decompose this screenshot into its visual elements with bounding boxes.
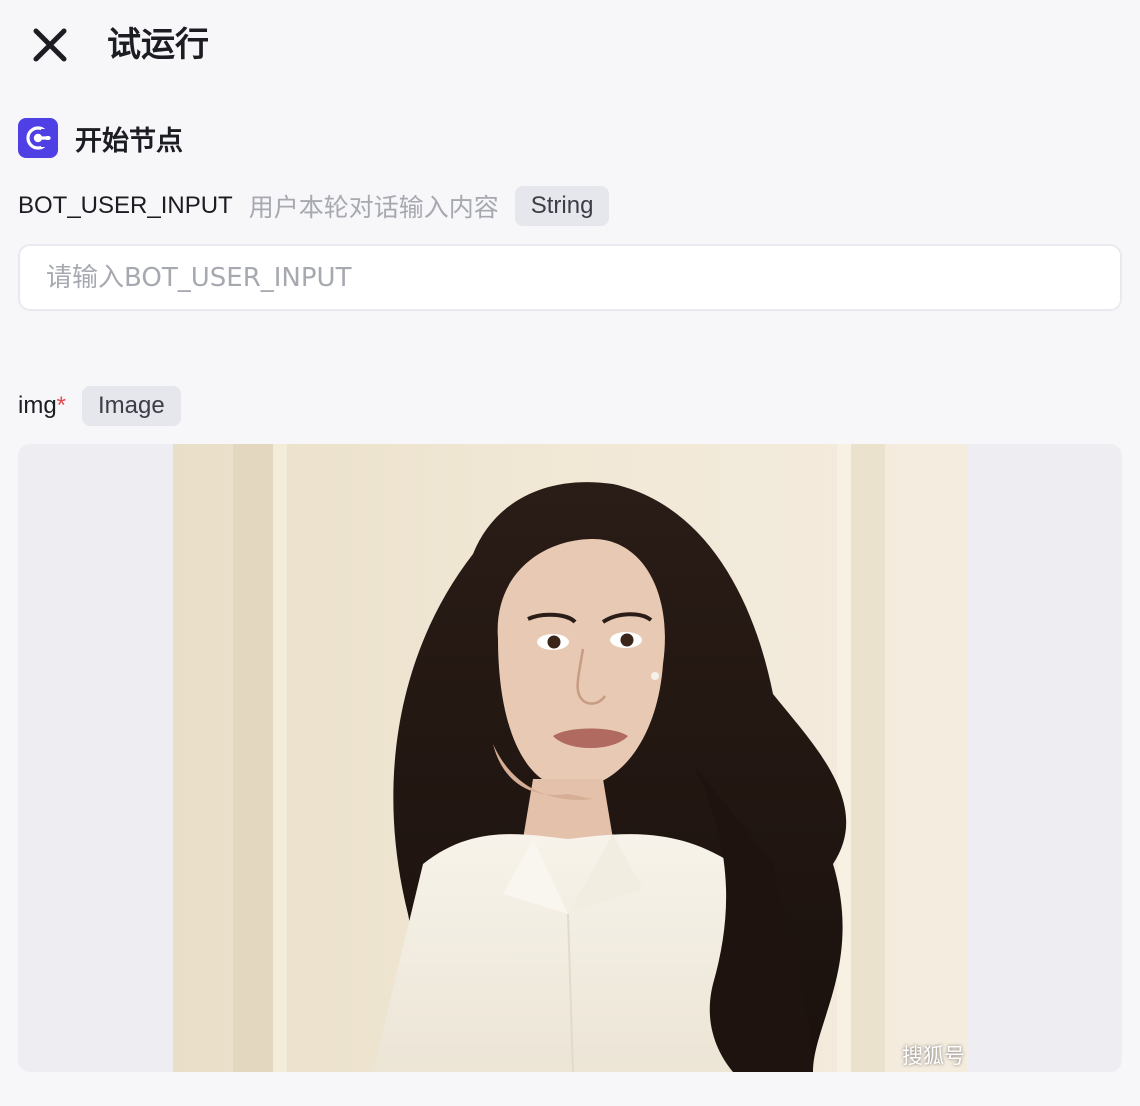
close-button[interactable] bbox=[30, 26, 70, 64]
param-bot-user-input: BOT_USER_INPUT 用户本轮对话输入内容 String bbox=[18, 186, 610, 226]
header: 试运行 bbox=[0, 0, 1140, 90]
image-watermark: 搜狐号 bbox=[902, 1044, 965, 1068]
page-title: 试运行 bbox=[107, 25, 209, 65]
start-node-header: 开始节点 bbox=[18, 118, 183, 158]
param-name: BOT_USER_INPUT bbox=[18, 192, 233, 219]
type-tag-image: Image bbox=[82, 386, 181, 426]
bot-user-input-field[interactable] bbox=[18, 244, 1122, 311]
close-icon bbox=[33, 28, 67, 62]
param-img: img * Image bbox=[18, 386, 181, 426]
type-tag-string: String bbox=[514, 186, 610, 226]
image-upload-preview[interactable]: 搜狐号 bbox=[18, 444, 1122, 1072]
param-description: 用户本轮对话输入内容 bbox=[248, 193, 499, 222]
required-mark: * bbox=[56, 392, 67, 419]
start-node-icon bbox=[18, 118, 58, 158]
start-node-title: 开始节点 bbox=[75, 125, 183, 157]
uploaded-image: 搜狐号 bbox=[173, 444, 967, 1072]
param-name: img bbox=[18, 392, 57, 419]
